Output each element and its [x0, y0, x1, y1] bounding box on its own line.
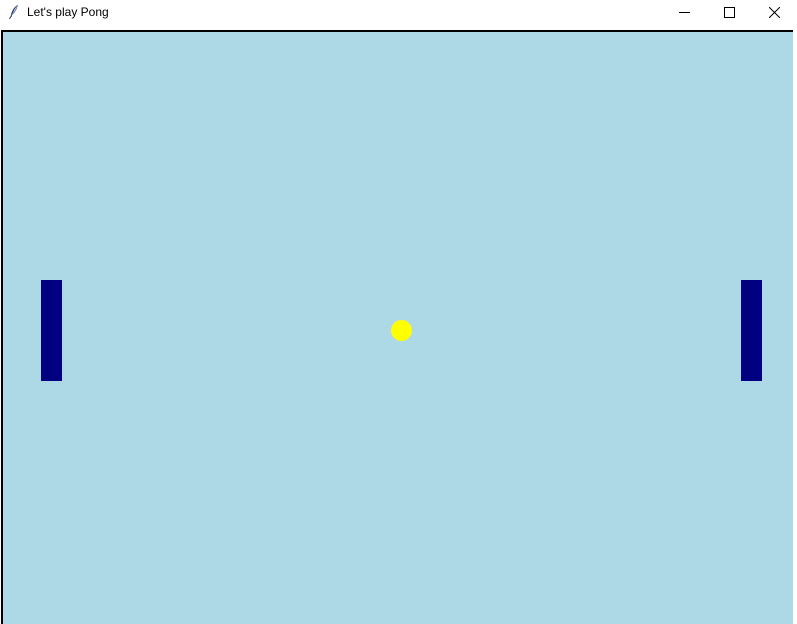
right-paddle[interactable] — [741, 280, 762, 381]
app-window: Let's play Pong — [0, 0, 797, 624]
maximize-icon — [723, 6, 735, 18]
close-icon — [768, 6, 780, 18]
maximize-button[interactable] — [706, 0, 752, 24]
close-button[interactable] — [751, 0, 797, 24]
title-bar[interactable]: Let's play Pong — [0, 0, 797, 30]
minimize-button[interactable] — [661, 0, 707, 24]
minimize-icon — [678, 7, 690, 18]
ball — [391, 320, 412, 341]
left-paddle[interactable] — [41, 280, 62, 381]
window-title: Let's play Pong — [27, 5, 109, 19]
game-canvas[interactable] — [1, 30, 793, 624]
feather-icon — [7, 4, 21, 20]
